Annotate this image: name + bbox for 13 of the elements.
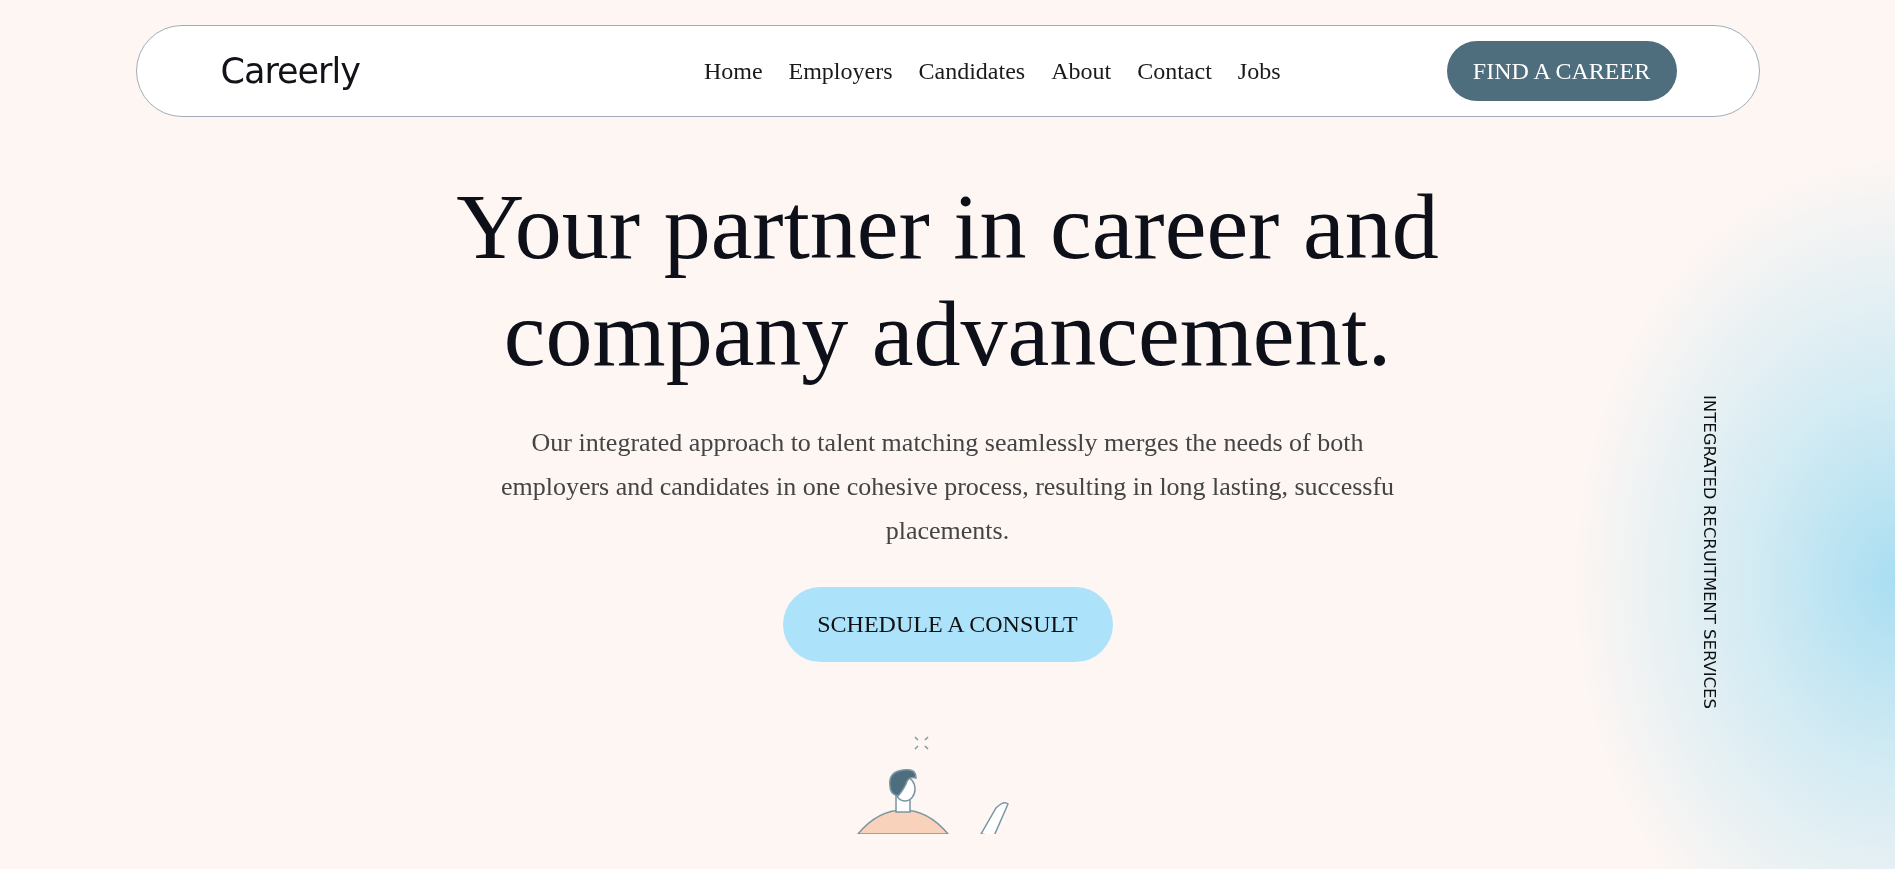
nav-link[interactable]: Jobs xyxy=(1237,57,1281,85)
hero-text: Our integrated approach to talent matching seamlessly merges the needs of both employers and candidates in one cohesive process, resulting in long lasting, successfu placements. xyxy=(500,427,1395,547)
side-label: INTEGRATED RECRUITMENT SERVICES xyxy=(1700,395,1719,709)
nav-link[interactable]: About xyxy=(1051,57,1112,85)
nav-link[interactable]: Employers xyxy=(788,57,893,85)
hero-heading: Your partner in career and company advancement. xyxy=(456,173,1439,387)
schedule-consult-button[interactable]: SCHEDULE A CONSULT xyxy=(782,587,1113,662)
nav-link[interactable]: Contact xyxy=(1137,57,1212,85)
nav-link[interactable]: Candidates xyxy=(918,57,1026,85)
sparkle-icon xyxy=(913,736,929,750)
logo[interactable]: Careerly xyxy=(220,51,360,91)
nav-link[interactable]: Home xyxy=(703,57,763,85)
find-career-button[interactable]: FIND A CAREER xyxy=(1446,41,1677,101)
